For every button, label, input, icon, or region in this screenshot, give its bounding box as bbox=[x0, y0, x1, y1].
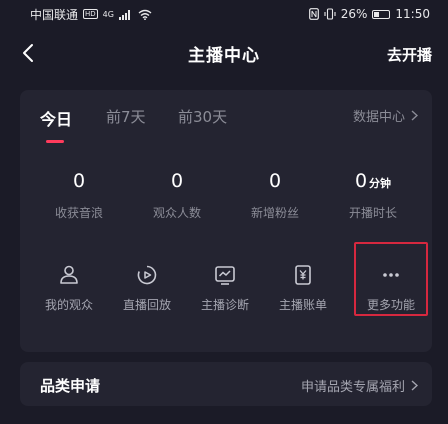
func-label: 更多功能 bbox=[366, 298, 415, 312]
clock: 11:50 bbox=[395, 7, 430, 21]
signal-icon bbox=[118, 9, 130, 20]
status-left: 中国联通 HD 4G bbox=[30, 6, 152, 23]
category-title: 品类申请 bbox=[40, 377, 101, 395]
bill-icon bbox=[264, 264, 342, 286]
category-benefit-link[interactable]: 申请品类专属福利 bbox=[301, 376, 418, 395]
stat-sound-waves[interactable]: 0 收获音浪 bbox=[30, 170, 128, 221]
status-right: 26% 11:50 bbox=[308, 7, 430, 21]
stat-value: 0 bbox=[226, 170, 324, 194]
category-apply-card: 品类申请 申请品类专属福利 bbox=[20, 362, 432, 406]
vibrate-icon bbox=[324, 8, 336, 20]
stat-number: 0 bbox=[268, 170, 282, 192]
battery-icon bbox=[372, 9, 391, 19]
page-title: 主播中心 bbox=[188, 45, 260, 66]
wifi-icon bbox=[138, 9, 152, 20]
stat-label: 新增粉丝 bbox=[250, 206, 299, 220]
period-tabs: 今日 前7天 前30天 数据中心 bbox=[20, 90, 432, 136]
func-live-replay[interactable]: 直播回放 bbox=[108, 264, 186, 313]
status-bar: 中国联通 HD 4G 26% 11:50 bbox=[0, 0, 448, 28]
stat-label: 开播时长 bbox=[348, 206, 397, 220]
active-tab-indicator bbox=[46, 140, 64, 143]
network-type: 4G bbox=[102, 9, 114, 19]
func-anchor-diagnosis[interactable]: 主播诊断 bbox=[186, 264, 264, 313]
back-icon[interactable] bbox=[18, 42, 38, 64]
replay-icon bbox=[108, 264, 186, 286]
func-more[interactable]: 更多功能 bbox=[352, 264, 430, 313]
func-anchor-bill[interactable]: 主播账单 bbox=[264, 264, 342, 313]
category-link-label: 申请品类专属福利 bbox=[300, 380, 405, 395]
stat-value: 0 bbox=[30, 170, 128, 194]
chevron-right-icon bbox=[411, 110, 418, 121]
stat-new-fans[interactable]: 0 新增粉丝 bbox=[226, 170, 324, 221]
diagnosis-icon bbox=[186, 264, 264, 286]
audience-icon bbox=[30, 264, 108, 286]
battery-percent: 26% bbox=[340, 7, 368, 21]
tab-30-days[interactable]: 前30天 bbox=[178, 106, 227, 127]
func-my-audience[interactable]: 我的观众 bbox=[30, 264, 108, 313]
stat-unit: 分钟 bbox=[369, 177, 392, 190]
carrier-name: 中国联通 bbox=[30, 7, 79, 22]
nfc-icon bbox=[308, 8, 319, 20]
tab-today[interactable]: 今日 bbox=[40, 106, 72, 130]
func-label: 我的观众 bbox=[44, 298, 93, 312]
nav-bar: 主播中心 去开播 bbox=[0, 30, 448, 76]
data-center-label: 数据中心 bbox=[352, 110, 405, 125]
more-icon bbox=[352, 264, 430, 286]
stat-label: 收获音浪 bbox=[54, 206, 103, 220]
stat-value: 0 分钟 bbox=[324, 170, 422, 194]
stat-label: 观众人数 bbox=[152, 206, 201, 220]
stat-number: 0 bbox=[354, 170, 368, 192]
chevron-right-icon bbox=[411, 380, 418, 391]
func-label: 直播回放 bbox=[122, 298, 171, 312]
func-label: 主播账单 bbox=[278, 298, 327, 312]
hd-badge: HD bbox=[83, 9, 98, 19]
stat-viewers[interactable]: 0 观众人数 bbox=[128, 170, 226, 221]
go-live-button[interactable]: 去开播 bbox=[387, 44, 432, 65]
stat-live-duration[interactable]: 0 分钟 开播时长 bbox=[324, 170, 422, 221]
tab-7-days[interactable]: 前7天 bbox=[106, 106, 146, 127]
func-label: 主播诊断 bbox=[200, 298, 249, 312]
stat-value: 0 bbox=[128, 170, 226, 194]
stat-number: 0 bbox=[170, 170, 184, 192]
data-center-link[interactable]: 数据中心 bbox=[353, 106, 418, 125]
stat-number: 0 bbox=[72, 170, 86, 192]
anchor-stats-card: 今日 前7天 前30天 数据中心 0 收获音浪 0 观众人数 0 新增粉丝 0分… bbox=[20, 90, 432, 352]
